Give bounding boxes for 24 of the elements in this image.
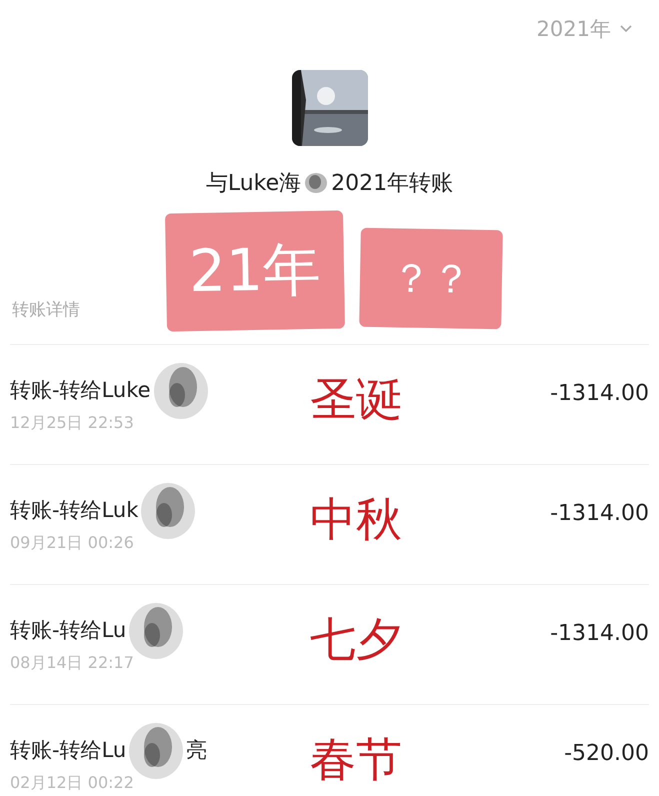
- transaction-date: 09月21日 00:26: [10, 533, 135, 554]
- transaction-title: 转账-转给Lu: [10, 737, 126, 764]
- transaction-title: 转账-转给Luk: [10, 497, 138, 524]
- transaction-amount: -1314.00: [550, 621, 649, 646]
- sticker-label: ？？: [359, 228, 503, 330]
- transaction-amount: -520.00: [564, 741, 649, 766]
- annotation-label: 圣诞: [310, 371, 403, 428]
- transaction-amount: -1314.00: [550, 381, 649, 406]
- transaction-title-suffix: 亮: [186, 737, 208, 764]
- annotation-label: 中秋: [310, 491, 403, 548]
- transaction-amount: -1314.00: [550, 501, 649, 526]
- transaction-title: 转账-转给Lu: [10, 617, 126, 644]
- chevron-down-icon: [619, 24, 633, 34]
- transaction-title: 转账-转给Luke: [10, 377, 151, 404]
- transaction-date: 12月25日 22:53: [10, 413, 135, 434]
- section-label: 转账详情: [12, 300, 80, 320]
- redaction-smudge: [303, 170, 330, 196]
- annotation-label: 七夕: [310, 611, 403, 668]
- transaction-date: 02月12日 00:22: [10, 773, 135, 794]
- transfer-title: 与Luke海 2021年转账: [206, 169, 454, 198]
- annotation-label: 春节: [310, 731, 403, 788]
- sticker-label: 21年: [164, 210, 346, 332]
- transaction-date: 08月14日 22:17: [10, 653, 135, 674]
- year-filter[interactable]: 2021年: [536, 14, 633, 44]
